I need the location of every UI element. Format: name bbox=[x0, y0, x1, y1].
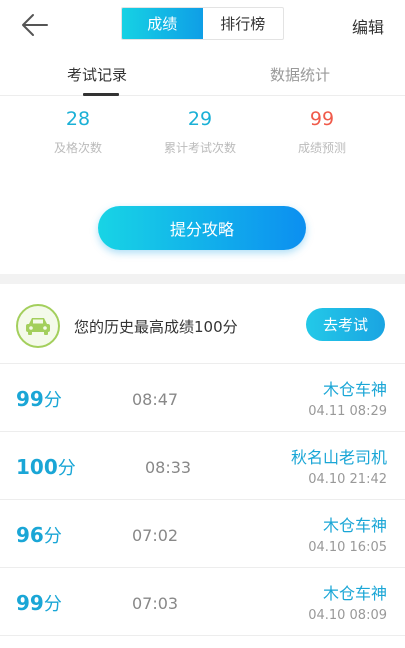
top-bar: 成绩 排行榜 编辑 bbox=[0, 0, 405, 50]
tab-bar: 考试记录 数据统计 bbox=[0, 50, 405, 96]
stat-label: 成绩预测 bbox=[297, 141, 346, 155]
record-user-name: 秋名山老司机 bbox=[290, 448, 387, 467]
record-duration: 08:33 bbox=[145, 458, 192, 477]
record-user-name: 木仓车神 bbox=[322, 516, 387, 535]
car-badge bbox=[16, 304, 60, 348]
section-divider bbox=[0, 274, 405, 284]
record-duration: 07:02 bbox=[132, 526, 179, 545]
record-user-name: 木仓车神 bbox=[322, 584, 387, 603]
stat-label: 累计考试次数 bbox=[163, 141, 236, 155]
record-time: 04.10 08:09 bbox=[308, 608, 387, 623]
tab-data-statistics[interactable]: 数据统计 bbox=[270, 64, 330, 85]
record-duration: 08:47 bbox=[132, 390, 179, 409]
stat-value: 28 bbox=[65, 108, 91, 130]
segment-scores[interactable]: 成绩 bbox=[122, 8, 203, 39]
segment-leaderboard[interactable]: 排行榜 bbox=[203, 8, 284, 39]
arrow-left-icon bbox=[22, 14, 48, 36]
stat-pass-count: 28 及格次数 bbox=[18, 108, 138, 156]
tab-exam-records[interactable]: 考试记录 bbox=[67, 64, 127, 85]
best-score-text: 您的历史最高成绩100分 bbox=[74, 318, 238, 336]
stat-value: 99 bbox=[309, 108, 335, 130]
record-score: 96分 bbox=[16, 523, 62, 547]
record-score: 100分 bbox=[16, 455, 76, 479]
improve-tips-button[interactable]: 提分攻略 bbox=[98, 206, 306, 250]
go-exam-button[interactable]: 去考试 bbox=[306, 308, 385, 341]
back-button[interactable] bbox=[18, 10, 52, 40]
stat-value: 29 bbox=[187, 108, 213, 130]
car-icon bbox=[26, 318, 50, 335]
record-row[interactable]: 99分 07:03 木仓车神 04.10 08:09 bbox=[0, 568, 405, 636]
stats-summary: 28 及格次数 29 累计考试次数 99 成绩预测 bbox=[0, 96, 405, 176]
record-score: 99分 bbox=[16, 591, 62, 615]
best-score-banner: 您的历史最高成绩100分 去考试 bbox=[0, 284, 405, 364]
record-time: 04.10 16:05 bbox=[308, 540, 387, 555]
record-time: 04.10 21:42 bbox=[308, 472, 387, 487]
record-user-name: 木仓车神 bbox=[322, 380, 387, 399]
stat-label: 及格次数 bbox=[53, 141, 102, 155]
record-duration: 07:03 bbox=[132, 594, 179, 613]
edit-button[interactable]: 编辑 bbox=[352, 14, 384, 38]
stat-score-prediction: 99 成绩预测 bbox=[262, 108, 382, 156]
segment-control: 成绩 排行榜 bbox=[121, 7, 284, 40]
record-row[interactable]: 99分 08:47 木仓车神 04.11 08:29 bbox=[0, 364, 405, 432]
record-time: 04.11 08:29 bbox=[308, 404, 387, 419]
stat-total-exams: 29 累计考试次数 bbox=[140, 108, 260, 156]
record-row[interactable]: 96分 07:02 木仓车神 04.10 16:05 bbox=[0, 500, 405, 568]
record-row[interactable]: 100分 08:33 秋名山老司机 04.10 21:42 bbox=[0, 432, 405, 500]
record-score: 99分 bbox=[16, 387, 62, 411]
